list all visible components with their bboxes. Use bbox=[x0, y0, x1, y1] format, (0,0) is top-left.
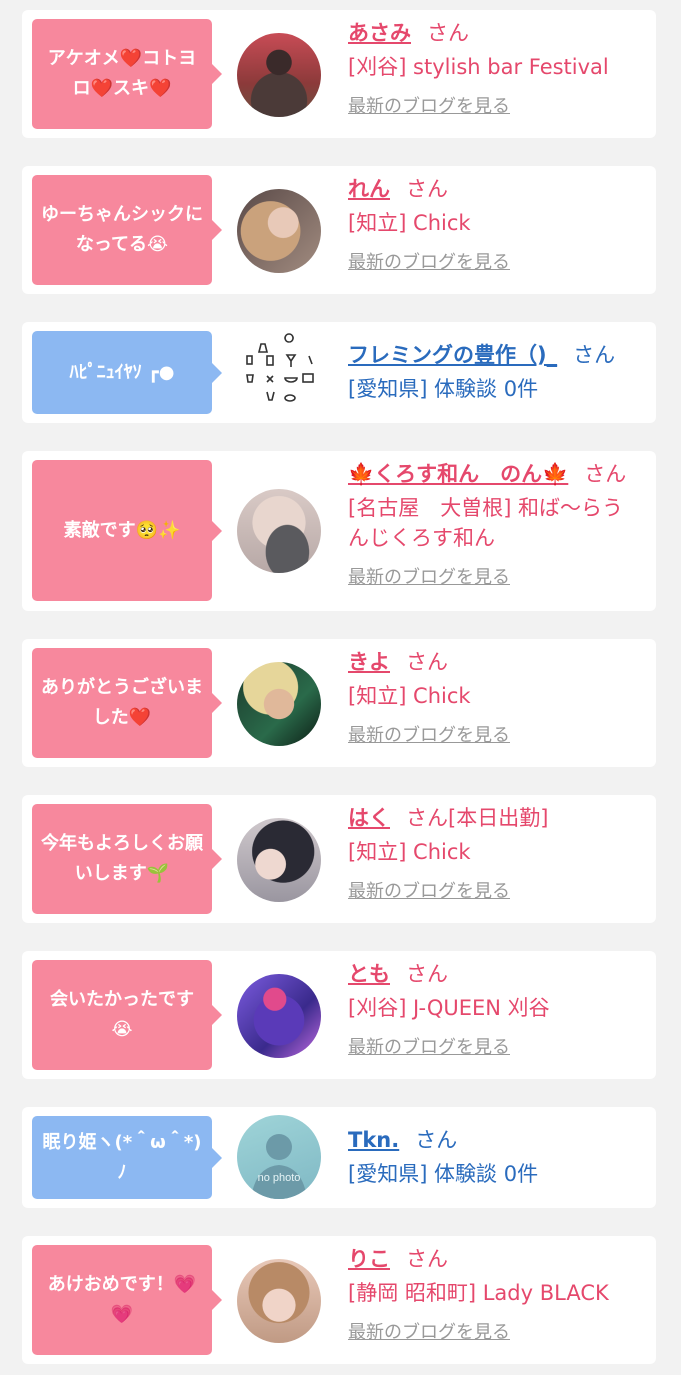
drawing-icon bbox=[246, 333, 314, 402]
no-photo-icon: no photo bbox=[251, 1134, 307, 1199]
latest-blog-link[interactable]: 最新のブログを見る bbox=[348, 1036, 510, 1060]
honorific: さん bbox=[584, 462, 627, 486]
message-text: 素敵です🥺✨ bbox=[63, 519, 181, 541]
list-item: 素敵です🥺✨ 🍁くろす和ん のん🍁 さん [名古屋 大曽根] 和ば〜らうんじくろす… bbox=[22, 451, 656, 611]
honorific: さん bbox=[415, 1128, 458, 1152]
shop-label: [愛知県] 体験談 0件 bbox=[348, 1162, 539, 1186]
shop-label: [愛知県] 体験談 0件 bbox=[348, 377, 539, 401]
latest-blog-link[interactable]: 最新のブログを見る bbox=[348, 1321, 510, 1345]
avatar[interactable] bbox=[237, 1259, 321, 1343]
honorific: さん bbox=[406, 177, 448, 201]
shop-label: [知立] Chick bbox=[348, 840, 471, 864]
latest-blog-link[interactable]: 最新のブログを見る bbox=[348, 724, 510, 748]
user-name-link[interactable]: はく bbox=[348, 806, 390, 830]
message-bubble: ゆーちゃんシックになってる😭 bbox=[32, 175, 222, 285]
list-item: ﾊﾋﾟﾆｭｲﾔｿ ┏● フレミングの豊作（)_ さん [愛知県] 体験談 0件 bbox=[22, 322, 656, 423]
latest-blog-link[interactable]: 最新のブログを見る bbox=[348, 95, 510, 119]
list-item: アケオメ❤️コトヨロ❤️スキ❤️ あさみ さん [刈谷] stylish bar … bbox=[22, 10, 656, 138]
latest-blog-link[interactable]: 最新のブログを見る bbox=[348, 251, 510, 275]
message-text: ありがとうございました❤️ bbox=[41, 677, 203, 728]
honorific: さん bbox=[406, 1247, 448, 1271]
message-bubble: アケオメ❤️コトヨロ❤️スキ❤️ bbox=[32, 19, 222, 129]
message-bubble: ﾊﾋﾟﾆｭｲﾔｿ ┏● bbox=[32, 331, 222, 414]
status-badge: [本日出勤] bbox=[448, 806, 549, 830]
shop-label: [刈谷] stylish bar Festival bbox=[348, 55, 609, 79]
avatar[interactable] bbox=[237, 974, 321, 1058]
list-item: 眠り姫ヽ(*＾ω＾*)ﾉ no photo Tkn. さん [愛知県] 体験談 0… bbox=[22, 1107, 656, 1208]
avatar[interactable] bbox=[237, 662, 321, 746]
list-item: 今年もよろしくお願いします🌱 はく さん[本日出勤] [知立] Chick 最新の… bbox=[22, 795, 656, 923]
message-bubble: あけおめです！💗💗 bbox=[32, 1245, 222, 1355]
user-name-link[interactable]: りこ bbox=[348, 1247, 390, 1271]
list-item: 会いたかったです😭 とも さん [刈谷] J-QUEEN 刈谷 最新のブログを見る bbox=[22, 951, 656, 1079]
message-text: 眠り姫ヽ(*＾ω＾*)ﾉ bbox=[42, 1131, 202, 1183]
message-text: 会いたかったです😭 bbox=[50, 989, 194, 1040]
message-bubble: 眠り姫ヽ(*＾ω＾*)ﾉ bbox=[32, 1116, 222, 1199]
avatar[interactable] bbox=[237, 330, 321, 414]
shop-label: [知立] Chick bbox=[348, 684, 471, 708]
message-bubble: 素敵です🥺✨ bbox=[32, 460, 222, 601]
user-name-link[interactable]: きよ bbox=[348, 650, 390, 674]
honorific: さん bbox=[406, 962, 448, 986]
avatar[interactable] bbox=[237, 33, 321, 117]
no-photo-label: no photo bbox=[258, 1172, 301, 1184]
avatar[interactable]: no photo bbox=[237, 1115, 321, 1199]
list-item: ゆーちゃんシックになってる😭 れん さん [知立] Chick 最新のブログを見る bbox=[22, 166, 656, 294]
message-text: あけおめです！💗💗 bbox=[47, 1274, 197, 1325]
user-name-link[interactable]: あさみ bbox=[348, 21, 411, 45]
user-name-link[interactable]: れん bbox=[348, 177, 390, 201]
latest-blog-link[interactable]: 最新のブログを見る bbox=[348, 566, 510, 590]
list-item: ありがとうございました❤️ きよ さん [知立] Chick 最新のブログを見る bbox=[22, 639, 656, 767]
avatar[interactable] bbox=[237, 818, 321, 902]
message-bubble: 今年もよろしくお願いします🌱 bbox=[32, 804, 222, 914]
shop-label: [静岡 昭和町] Lady BLACK bbox=[348, 1281, 609, 1305]
shop-label: [刈谷] J-QUEEN 刈谷 bbox=[348, 996, 550, 1020]
message-text: ゆーちゃんシックになってる😭 bbox=[41, 204, 203, 255]
user-name-link[interactable]: フレミングの豊作（)_ bbox=[348, 343, 557, 367]
latest-blog-link[interactable]: 最新のブログを見る bbox=[348, 880, 510, 904]
shop-label: [知立] Chick bbox=[348, 211, 471, 235]
honorific: さん bbox=[406, 650, 448, 674]
message-bubble: 会いたかったです😭 bbox=[32, 960, 222, 1070]
user-name-link[interactable]: Tkn. bbox=[348, 1128, 399, 1152]
shop-label: [名古屋 大曽根] 和ば〜らうんじくろす和ん bbox=[348, 496, 624, 550]
message-text: ﾊﾋﾟﾆｭｲﾔｿ ┏● bbox=[69, 361, 175, 383]
user-name-link[interactable]: 🍁くろす和ん のん🍁 bbox=[348, 462, 568, 486]
honorific: さん bbox=[406, 806, 448, 830]
message-text: 今年もよろしくお願いします🌱 bbox=[41, 833, 203, 884]
user-name-link[interactable]: とも bbox=[348, 962, 390, 986]
list-item: あけおめです！💗💗 りこ さん [静岡 昭和町] Lady BLACK 最新のブロ… bbox=[22, 1236, 656, 1364]
message-bubble: ありがとうございました❤️ bbox=[32, 648, 222, 758]
avatar[interactable] bbox=[237, 189, 321, 273]
honorific: さん bbox=[427, 21, 469, 45]
avatar[interactable] bbox=[237, 489, 321, 573]
honorific: さん bbox=[573, 343, 616, 367]
message-text: アケオメ❤️コトヨロ❤️スキ❤️ bbox=[47, 48, 197, 99]
